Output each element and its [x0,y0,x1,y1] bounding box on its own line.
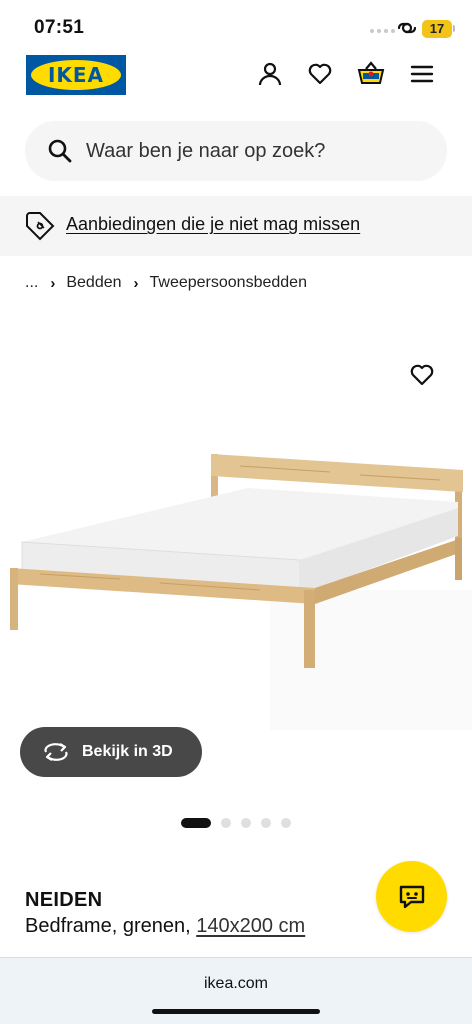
cellular-signal-icon [370,29,395,33]
product-description-text: Bedframe, grenen, [25,915,197,937]
breadcrumb-item-tweepersoonsbedden[interactable]: Tweepersoonsbedden [150,274,307,292]
logo-text: IKEA [47,63,105,87]
breadcrumb: ... › Bedden › Tweepersoonsbedden [25,273,307,293]
search-input[interactable]: Waar ben je naar op zoek? [86,140,325,163]
chevron-right-icon: › [50,274,56,292]
breadcrumb-item-bedden[interactable]: Bedden [66,274,121,292]
profile-button[interactable] [256,60,284,88]
menu-button[interactable] [408,60,436,88]
product-name: NEIDEN [25,889,103,911]
carousel-dot[interactable] [281,818,291,828]
shopping-basket-icon [357,61,385,84]
breadcrumb-item-more[interactable]: ... [25,274,38,292]
chevron-right-icon: › [133,274,139,292]
product-size-link[interactable]: 140x200 cm [196,915,305,937]
heart-icon [308,63,332,85]
carousel-dot[interactable] [261,818,271,828]
chat-bot-icon [399,885,424,908]
site-header: IKEA [0,52,472,104]
status-bar: 07:51 17 [0,0,472,52]
heart-icon [410,364,434,386]
logo-oval: IKEA [31,60,121,90]
view-in-3d-button[interactable]: Bekijk in 3D [20,727,202,777]
battery-indicator: 17 [422,20,452,38]
ikea-logo[interactable]: IKEA [26,55,126,95]
promo-banner[interactable]: Aanbiedingen die je niet mag missen [0,196,472,256]
link-icon [397,22,417,34]
carousel-indicator [181,818,291,828]
battery-cap [453,25,455,32]
rotate-3d-icon [44,743,68,761]
chat-button[interactable] [376,861,447,932]
browser-address-bar[interactable]: ikea.com [0,957,472,1024]
product-image[interactable] [0,440,472,730]
menu-icon [410,65,434,83]
promo-link[interactable]: Aanbiedingen die je niet mag missen [66,214,360,235]
add-to-wishlist-button[interactable] [406,360,438,390]
profile-icon [258,62,282,86]
carousel-dot[interactable] [241,818,251,828]
carousel-dot[interactable] [221,818,231,828]
price-tag-icon [26,212,55,241]
status-time: 07:51 [34,17,85,38]
search-bar[interactable]: Waar ben je naar op zoek? [25,121,447,181]
home-indicator [152,1009,320,1014]
basket-button[interactable] [357,60,385,88]
carousel-dot-active[interactable] [181,818,211,828]
wishlist-button[interactable] [306,60,334,88]
view-in-3d-label: Bekijk in 3D [82,743,173,760]
product-description: Bedframe, grenen, 140x200 cm [25,915,305,938]
search-icon [48,139,72,163]
url-text[interactable]: ikea.com [0,975,472,993]
